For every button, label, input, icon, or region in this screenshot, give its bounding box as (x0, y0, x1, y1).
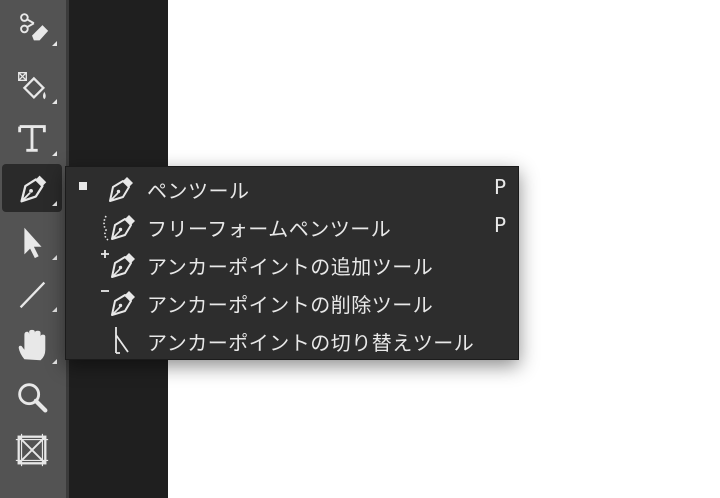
more-tools-indicator (52, 307, 57, 312)
freeform-pen-icon (103, 215, 135, 241)
hand-icon (18, 329, 46, 361)
path-selection-tool[interactable] (2, 218, 62, 266)
pen-tool[interactable] (2, 164, 62, 212)
shortcut-key: P (493, 213, 506, 237)
line-tool[interactable] (2, 270, 62, 318)
more-tools-indicator (52, 99, 57, 104)
more-tools-indicator (52, 359, 57, 364)
more-tools-indicator (52, 255, 57, 260)
frame-icon (15, 433, 49, 467)
type-icon (18, 125, 46, 152)
background-eraser-icon (20, 13, 49, 41)
type-tool[interactable] (2, 114, 62, 162)
more-tools-indicator (52, 41, 57, 46)
delete-anchor-point-icon (101, 290, 135, 316)
background-eraser-tool[interactable] (2, 4, 62, 52)
hand-tool[interactable] (2, 322, 62, 370)
magnifier-icon (18, 383, 48, 413)
arrow-icon (24, 227, 42, 259)
pen-icon (20, 175, 47, 203)
menu-item-convert-point-tool[interactable]: アンカーポイントの切り替えツール (66, 319, 518, 357)
frame-tool[interactable] (2, 426, 62, 474)
menu-item-freeform-pen-tool[interactable]: フリーフォームペンツール P (66, 205, 518, 243)
menu-item-label: アンカーポイントの削除ツール (147, 293, 434, 317)
selected-indicator (79, 182, 87, 190)
paint-bucket-tool[interactable] (2, 62, 62, 110)
paint-bucket-icon (18, 72, 46, 100)
convert-point-icon (115, 327, 129, 354)
more-tools-indicator (52, 151, 57, 156)
menu-item-label: フリーフォームペンツール (147, 217, 392, 241)
menu-item-add-anchor-point-tool[interactable]: アンカーポイントの追加ツール (66, 243, 518, 281)
menu-item-pen-tool[interactable]: ペンツール P (66, 167, 518, 205)
menu-item-delete-anchor-point-tool[interactable]: アンカーポイントの削除ツール (66, 281, 518, 319)
more-tools-indicator (52, 201, 57, 206)
add-anchor-point-icon (101, 250, 135, 278)
menu-item-label: アンカーポイントの追加ツール (147, 255, 434, 279)
menu-item-label: アンカーポイントの切り替えツール (147, 331, 475, 355)
line-icon (19, 281, 46, 309)
shortcut-key: P (493, 175, 506, 199)
pen-tool-flyout-menu: ペンツール P フリーフォームペンツール P アンカーポイントの追加ツール アン… (65, 166, 519, 360)
menu-item-label: ペンツール (147, 179, 250, 203)
zoom-tool[interactable] (2, 374, 62, 422)
tools-panel (0, 0, 66, 498)
pen-icon (109, 177, 133, 202)
